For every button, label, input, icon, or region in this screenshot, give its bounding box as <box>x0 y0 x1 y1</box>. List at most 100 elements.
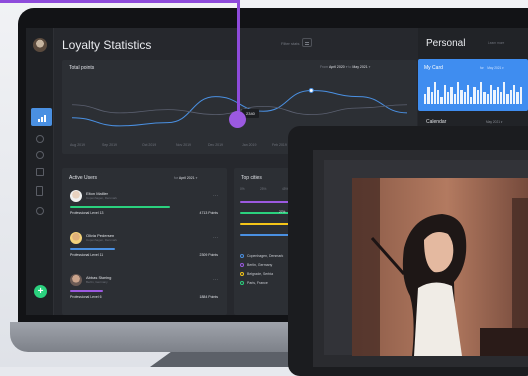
user-progress-bar <box>70 248 115 250</box>
x-tick-label: Aug 2019 <box>70 143 85 147</box>
pointer-line <box>0 0 240 3</box>
legend-dot-icon <box>240 263 244 267</box>
card-bar <box>499 92 503 104</box>
stats-nav-icon[interactable] <box>31 108 52 126</box>
card-bar <box>503 82 506 104</box>
city-legend-item: Copenhagen, Denmark <box>240 254 283 258</box>
avatar[interactable] <box>33 38 47 52</box>
calendar-period[interactable]: May 2021 ▾ <box>486 120 503 124</box>
city-legend-item: Paris, France <box>240 281 268 285</box>
my-card-title: My Card <box>424 65 443 71</box>
card-bar <box>450 87 453 104</box>
pointer-line <box>237 0 240 122</box>
learn-more-link[interactable]: Learn more <box>488 41 504 45</box>
card-bar <box>509 89 513 104</box>
my-card[interactable]: My Card for May 2021 ▾ <box>418 59 528 111</box>
filter-label: Filter stats <box>281 41 300 46</box>
card-bar <box>519 87 522 104</box>
singer-photo <box>352 178 528 356</box>
active-users-card: Active Users for April 2021 ▾ Elton Mail… <box>62 168 227 315</box>
my-card-period[interactable]: for May 2021 ▾ <box>480 66 504 70</box>
user-progress-bar <box>70 206 171 208</box>
card-bar <box>443 84 447 104</box>
users-title: Active Users <box>69 175 98 181</box>
city-name: Paris, France <box>247 281 268 285</box>
card-bar <box>440 96 443 104</box>
card-bar <box>470 96 473 104</box>
calendar-title: Calendar <box>426 119 447 125</box>
card-bar <box>483 92 486 104</box>
legend-dot-icon <box>240 281 244 285</box>
card-bar <box>447 92 450 104</box>
city-name: Berlin, Germany <box>247 263 273 267</box>
period-value[interactable]: April 2021 <box>179 176 195 180</box>
trophy-icon[interactable] <box>36 135 44 143</box>
x-tick-label: Oct 2019 <box>142 143 157 147</box>
settings-icon[interactable] <box>36 151 44 159</box>
chat-icon[interactable] <box>36 168 44 176</box>
legend-dot-icon <box>240 272 244 276</box>
card-bar <box>424 94 427 104</box>
legend-dot-icon <box>240 254 244 258</box>
users-period[interactable]: for April 2021 ▾ <box>174 176 197 180</box>
card-bar <box>496 87 499 104</box>
card-bar <box>516 92 519 104</box>
my-card-bars <box>424 80 522 104</box>
card-bar <box>456 82 460 104</box>
city-bar-value: 27% <box>279 210 286 214</box>
card-bar <box>430 92 433 104</box>
cities-title: Top cities <box>241 175 262 181</box>
user-avatar <box>70 232 82 244</box>
more-icon[interactable]: ··· <box>213 193 218 199</box>
filter-icon[interactable] <box>302 38 312 47</box>
card-period-value[interactable]: May 2021 <box>487 66 501 70</box>
user-avatar <box>70 274 82 286</box>
card-bar <box>506 94 509 104</box>
card-bar <box>476 89 480 104</box>
card-bar <box>493 89 496 104</box>
card-bar <box>437 89 440 104</box>
city-legend-item: Berlin, Germany <box>240 263 272 267</box>
user-location: Copenhagen, Denmark <box>86 238 118 242</box>
x-tick-label: Nov 2019 <box>176 143 191 147</box>
user-points: 4713 Points <box>199 211 219 215</box>
card-bar <box>473 87 476 104</box>
city-name: Copenhagen, Denmark <box>247 254 284 258</box>
card-bar <box>513 84 516 104</box>
card-bar <box>486 94 489 104</box>
user-progress-bar <box>70 290 104 292</box>
more-icon[interactable]: ··· <box>213 277 218 283</box>
x-tick-label: Dec 2019 <box>208 143 223 147</box>
scale-label: 0% <box>240 187 245 191</box>
x-tick-label: Sep 2019 <box>102 143 117 147</box>
calendar-period-value[interactable]: May 2021 <box>486 120 500 124</box>
add-button[interactable]: + <box>34 285 47 298</box>
user-points: 1884 Points <box>199 295 219 299</box>
x-tick-label: Feb 2019 <box>272 143 287 147</box>
user-points: 2309 Points <box>199 253 219 257</box>
city-name: Belgrade, Serbia <box>247 272 274 276</box>
card-bar <box>427 87 430 104</box>
user-level: Professional Level 11 <box>70 253 104 257</box>
user-level: Professional Level 6 <box>70 295 102 299</box>
period-label: for <box>174 176 179 180</box>
card-bar <box>460 89 463 104</box>
user-location: Copenhagen, Denmark <box>86 196 118 200</box>
card-bar <box>489 84 493 104</box>
x-tick-label: Jan 2019 <box>242 143 257 147</box>
pointer-marker <box>229 111 246 128</box>
card-bar <box>480 82 483 104</box>
highlight-point[interactable] <box>308 87 314 93</box>
document-icon[interactable] <box>36 186 43 196</box>
more-icon[interactable]: ··· <box>213 235 218 241</box>
user-level: Professional Level 13 <box>70 211 104 215</box>
card-bar <box>433 82 437 104</box>
page-title: Loyalty Statistics <box>62 38 152 52</box>
city-legend-item: Belgrade, Serbia <box>240 272 273 276</box>
gear-icon[interactable] <box>36 207 44 215</box>
card-bar <box>463 92 466 104</box>
card-bar <box>466 84 470 104</box>
card-bar <box>453 94 456 104</box>
user-avatar <box>70 190 82 202</box>
personal-title: Personal <box>426 38 466 49</box>
